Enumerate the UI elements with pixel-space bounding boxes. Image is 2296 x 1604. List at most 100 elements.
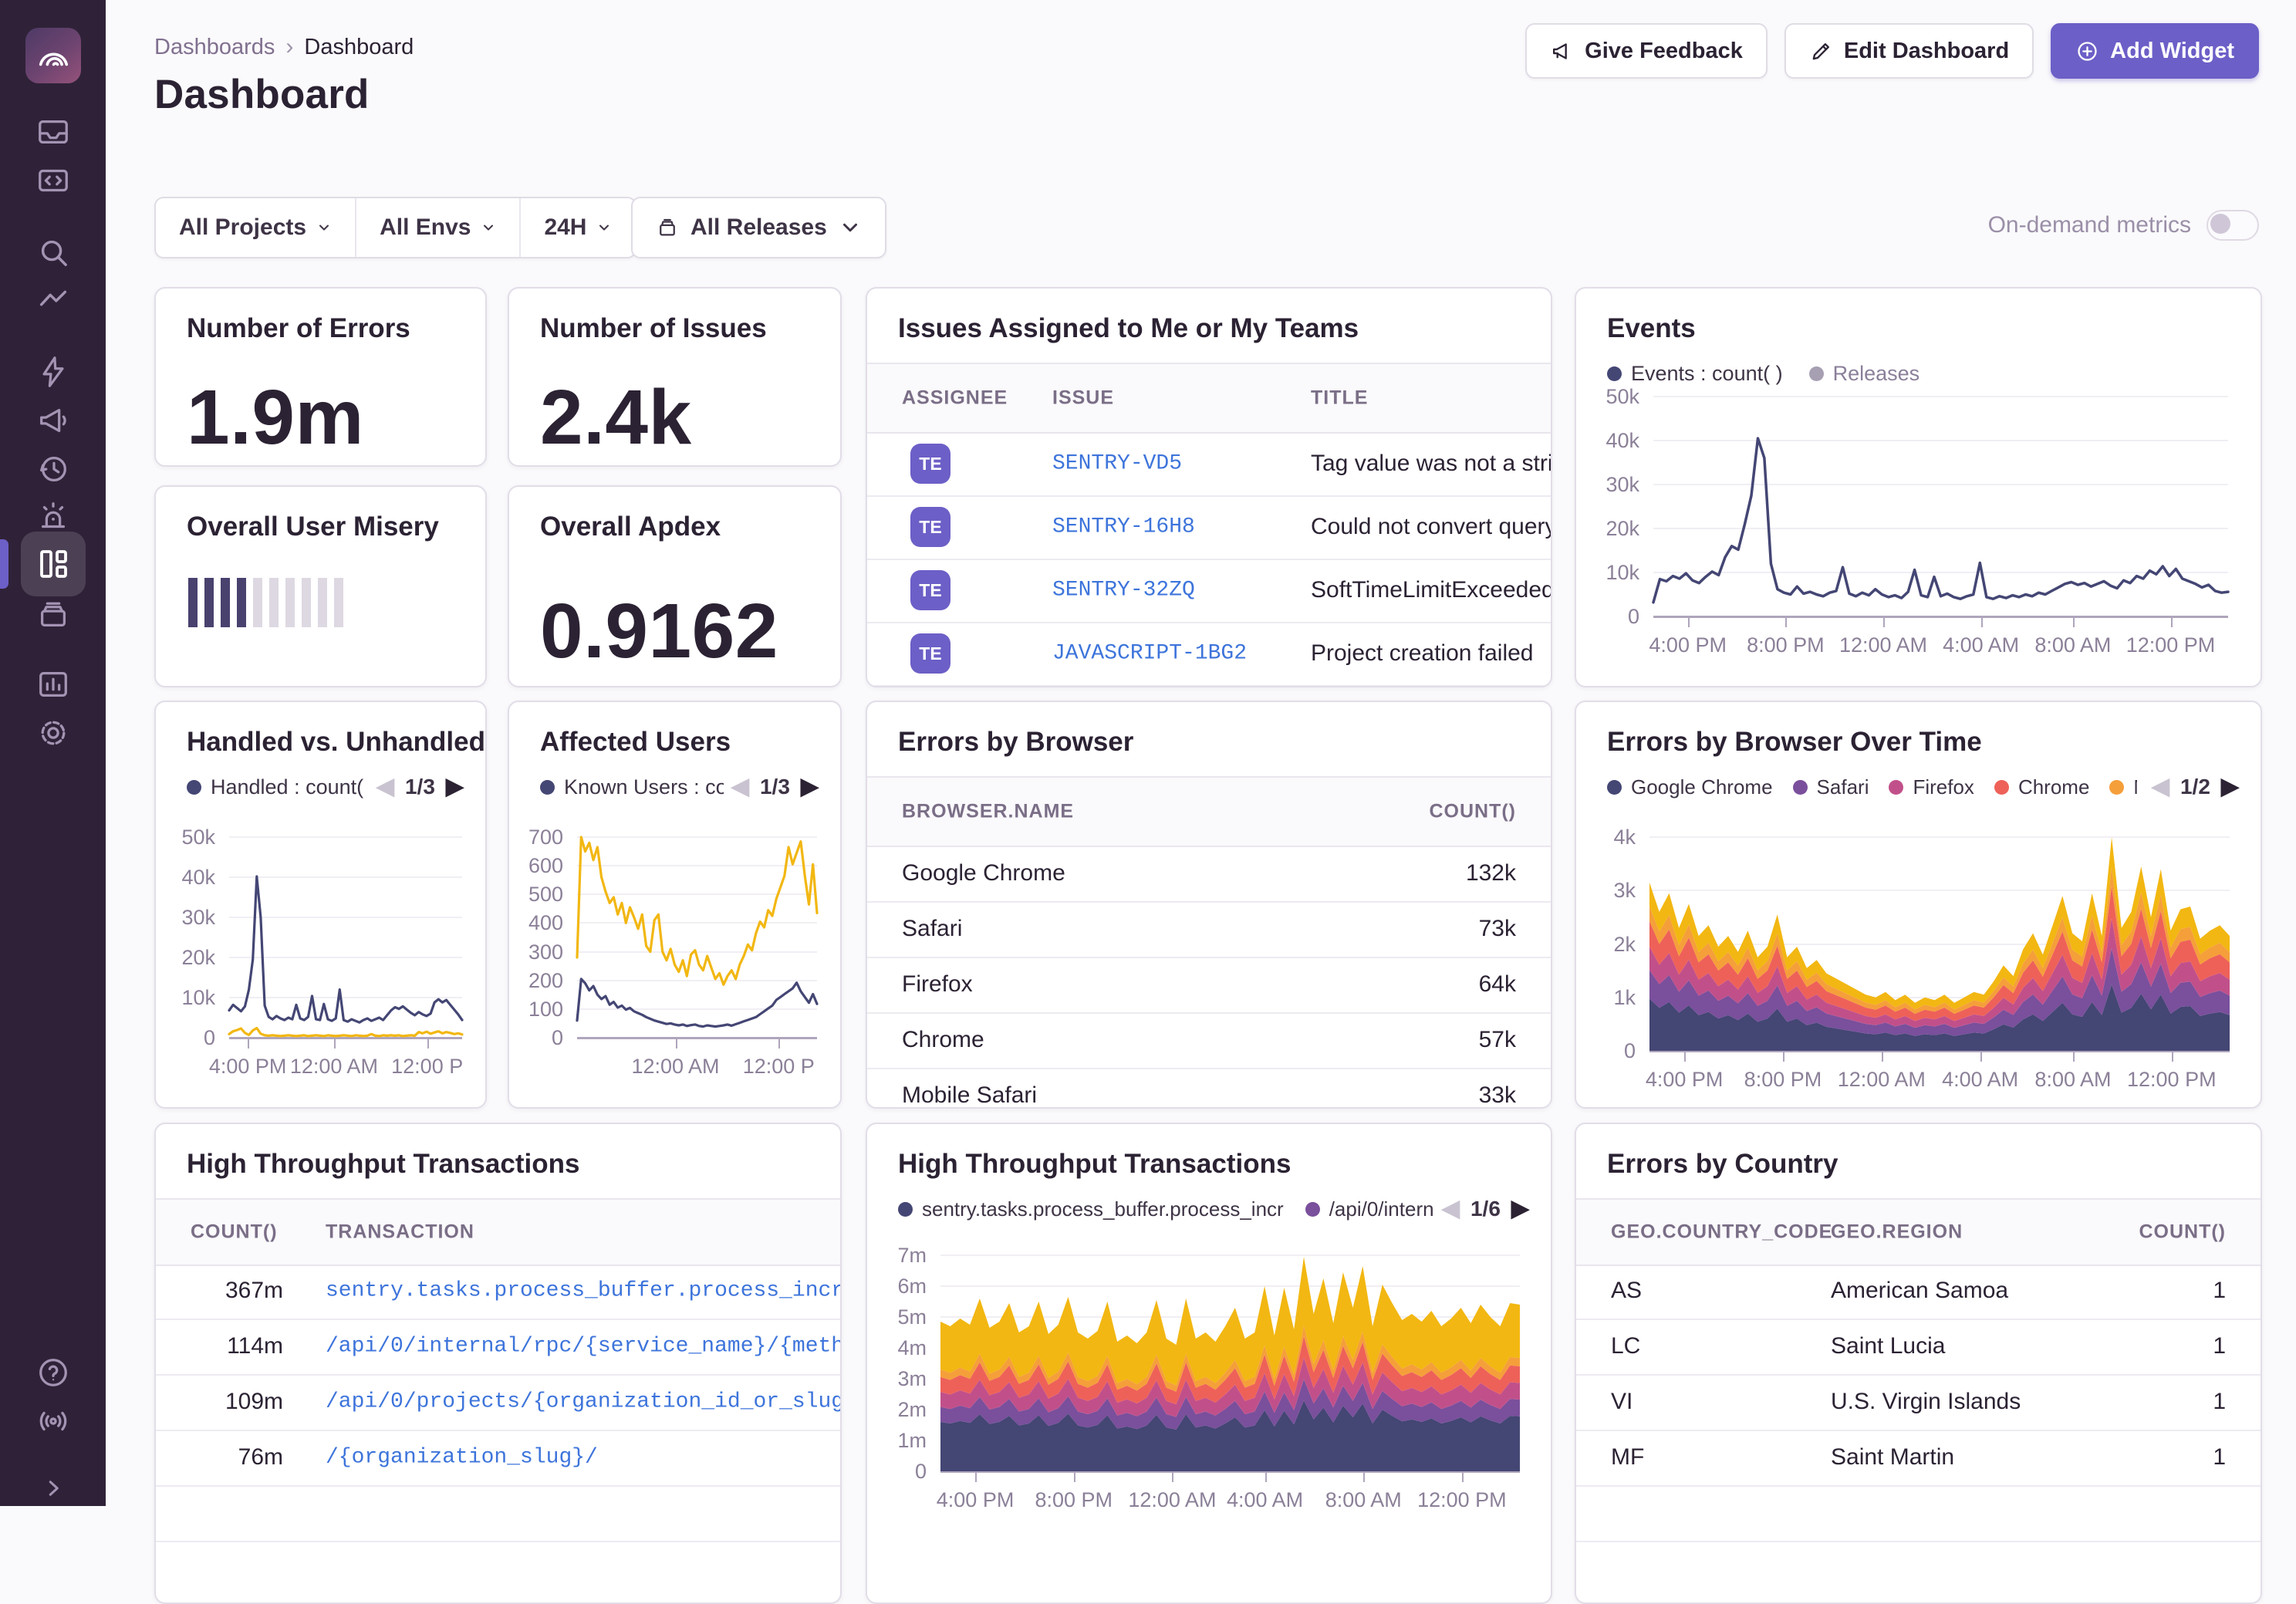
search-icon[interactable] <box>35 235 71 270</box>
widget-high-throughput-chart[interactable]: High Throughput Transactions sentry.task… <box>866 1123 1552 1604</box>
table-row[interactable]: TEJAVASCRIPT-1BG2Project creation failed <box>867 622 1551 687</box>
y-axis-label: 4m <box>867 1336 927 1360</box>
widget-user-misery[interactable]: Overall User Misery <box>154 485 487 687</box>
col-country-code[interactable]: GEO.COUNTRY_CODE <box>1611 1221 1832 1244</box>
widget-errors-by-browser[interactable]: Errors by Browser BROWSER.NAME COUNT() G… <box>866 701 1552 1109</box>
project-filter-label: All Projects <box>179 214 306 241</box>
transaction-link[interactable]: /{organization_slug}/ <box>326 1446 840 1470</box>
table-row[interactable]: 114m/api/0/internal/rpc/{service_name}/{… <box>156 1319 840 1376</box>
widget-high-throughput-table[interactable]: High Throughput Transactions COUNT() TRA… <box>154 1123 842 1604</box>
widget-title: Number of Issues <box>540 313 767 344</box>
project-filter[interactable]: All Projects <box>156 198 355 257</box>
y-axis-label: 0 <box>1576 605 1639 629</box>
table-row[interactable]: Firefox64k <box>867 957 1551 1014</box>
lightning-icon[interactable] <box>35 354 71 390</box>
environment-filter[interactable]: All Envs <box>355 198 519 257</box>
table-row[interactable]: MFSaint Martin1 <box>1576 1430 2261 1487</box>
widget-issues-assigned[interactable]: Issues Assigned to Me or My Teams ASSIGN… <box>866 287 1552 687</box>
table-row[interactable] <box>156 1485 840 1542</box>
col-browser-name[interactable]: BROWSER.NAME <box>902 801 1074 823</box>
issue-link[interactable]: SENTRY-VD5 <box>1052 452 1182 476</box>
settings-icon[interactable] <box>35 715 71 751</box>
widget-events-chart[interactable]: Events Events : count( )Releases 010k20k… <box>1575 287 2262 687</box>
sentry-logo[interactable] <box>25 28 81 83</box>
table-header: BROWSER.NAME COUNT() <box>867 776 1551 847</box>
breadcrumb-dashboards[interactable]: Dashboards <box>154 35 275 60</box>
performance-icon[interactable] <box>35 282 71 318</box>
give-feedback-button[interactable]: Give Feedback <box>1525 23 1768 79</box>
col-region[interactable]: GEO.REGION <box>1831 1221 1963 1244</box>
col-assignee[interactable]: ASSIGNEE <box>902 387 1008 410</box>
table-row[interactable]: TE SENTRY-VD5 Tag value was not a strin <box>867 432 1551 497</box>
transaction-link[interactable]: /api/0/internal/rpc/{service_name}/{meth… <box>326 1335 840 1359</box>
dashboards-icon[interactable] <box>21 532 86 596</box>
widget-handled-vs-unhandled[interactable]: Handled vs. Unhandled Handled : count( )… <box>154 701 487 1109</box>
x-axis-label: 4:00 PM <box>937 1488 1015 1512</box>
col-count[interactable]: COUNT() <box>2139 1221 2226 1244</box>
table-row[interactable]: Mobile Safari33k <box>867 1068 1551 1109</box>
col-title[interactable]: TITLE <box>1311 387 1368 410</box>
table-row[interactable]: LCSaint Lucia1 <box>1576 1319 2261 1376</box>
events-chart[interactable]: 010k20k30k40k50k4:00 PM8:00 PM12:00 AM4:… <box>1576 289 2261 686</box>
transaction-link[interactable]: /api/0/projects/{organization_id_or_slug… <box>326 1390 840 1414</box>
y-axis-label: 300 <box>509 940 563 964</box>
affected-users-chart[interactable]: 010020030040050060070012:00 AM12:00 P <box>509 702 840 1107</box>
country-region: Saint Martin <box>1831 1444 1954 1471</box>
projects-icon[interactable] <box>35 163 71 198</box>
help-icon[interactable] <box>35 1355 71 1390</box>
errors-by-browser-chart[interactable]: 01k2k3k4k4:00 PM8:00 PM12:00 AM4:00 AM8:… <box>1576 702 2261 1107</box>
col-count[interactable]: COUNT() <box>191 1221 278 1244</box>
issue-link[interactable]: JAVASCRIPT-1BG2 <box>1052 642 1247 666</box>
x-axis-label: 8:00 AM <box>1325 1488 1402 1512</box>
table-row[interactable]: Safari73k <box>867 901 1551 958</box>
table-row[interactable]: 367msentry.tasks.process_buffer.process_… <box>156 1263 840 1320</box>
releases-filter[interactable]: All Releases <box>631 197 886 258</box>
assignee-avatar[interactable]: TE <box>910 633 950 674</box>
releases-icon[interactable] <box>35 596 71 632</box>
on-demand-metrics-toggle[interactable] <box>2207 210 2259 241</box>
line-series <box>577 837 817 984</box>
table-row[interactable]: TESENTRY-16H8Could not convert query <box>867 495 1551 560</box>
issue-link[interactable]: SENTRY-32ZQ <box>1052 579 1195 603</box>
table-row[interactable]: 76m/{organization_slug}/ <box>156 1430 840 1487</box>
time-range-filter[interactable]: 24H <box>519 198 635 257</box>
col-transaction[interactable]: TRANSACTION <box>326 1221 474 1244</box>
issue-link[interactable]: SENTRY-16H8 <box>1052 515 1195 539</box>
broadcast-icon[interactable] <box>35 1403 71 1439</box>
assignee-avatar[interactable]: TE <box>910 570 950 610</box>
collapse-sidebar-icon[interactable] <box>39 1474 67 1502</box>
table-row[interactable]: Google Chrome132k <box>867 846 1551 903</box>
y-axis-label: 2k <box>1576 933 1636 957</box>
widget-apdex[interactable]: Overall Apdex 0.9162 <box>508 485 842 687</box>
x-axis-label: 12:00 AM <box>631 1055 719 1079</box>
stats-icon[interactable] <box>35 667 71 702</box>
y-axis-label: 40k <box>156 866 215 890</box>
add-widget-button[interactable]: Add Widget <box>2051 23 2259 79</box>
feedback-icon[interactable] <box>35 403 71 438</box>
assignee-avatar[interactable]: TE <box>910 444 950 484</box>
widget-errors-by-browser-over-time[interactable]: Errors by Browser Over Time Google Chrom… <box>1575 701 2262 1109</box>
table-row[interactable]: ASAmerican Samoa1 <box>1576 1263 2261 1320</box>
handled-chart[interactable]: 010k20k30k40k50k4:00 PM12:00 AM12:00 P <box>156 702 485 1107</box>
x-axis-label: 12:00 AM <box>1839 633 1927 657</box>
col-count[interactable]: COUNT() <box>1429 801 1516 823</box>
high-throughput-chart[interactable]: 01m2m3m4m5m6m7m4:00 PM8:00 PM12:00 AM4:0… <box>867 1124 1551 1602</box>
widget-errors-by-country[interactable]: Errors by Country GEO.COUNTRY_CODE GEO.R… <box>1575 1123 2262 1604</box>
widget-number-of-errors[interactable]: Number of Errors 1.9m <box>154 287 487 467</box>
replays-icon[interactable] <box>35 451 71 487</box>
table-row[interactable]: Chrome57k <box>867 1012 1551 1069</box>
table-row[interactable]: TESENTRY-32ZQSoftTimeLimitExceeded <box>867 559 1551 623</box>
col-issue[interactable]: ISSUE <box>1052 387 1114 410</box>
y-axis-label: 200 <box>509 969 563 993</box>
assignee-avatar[interactable]: TE <box>910 507 950 547</box>
table-row[interactable] <box>1576 1485 2261 1542</box>
widget-affected-users[interactable]: Affected Users Known Users : cour ◀ 1/3 … <box>508 701 842 1109</box>
edit-dashboard-button[interactable]: Edit Dashboard <box>1784 23 2034 79</box>
issue-title: Tag value was not a strin <box>1311 451 1551 477</box>
table-row[interactable]: 109m/api/0/projects/{organization_id_or_… <box>156 1374 840 1431</box>
widget-number-of-issues[interactable]: Number of Issues 2.4k <box>508 287 842 467</box>
issues-icon[interactable] <box>35 114 71 150</box>
alerts-icon[interactable] <box>35 499 71 535</box>
table-row[interactable]: VIU.S. Virgin Islands1 <box>1576 1374 2261 1431</box>
transaction-link[interactable]: sentry.tasks.process_buffer.process_incr <box>326 1279 840 1303</box>
